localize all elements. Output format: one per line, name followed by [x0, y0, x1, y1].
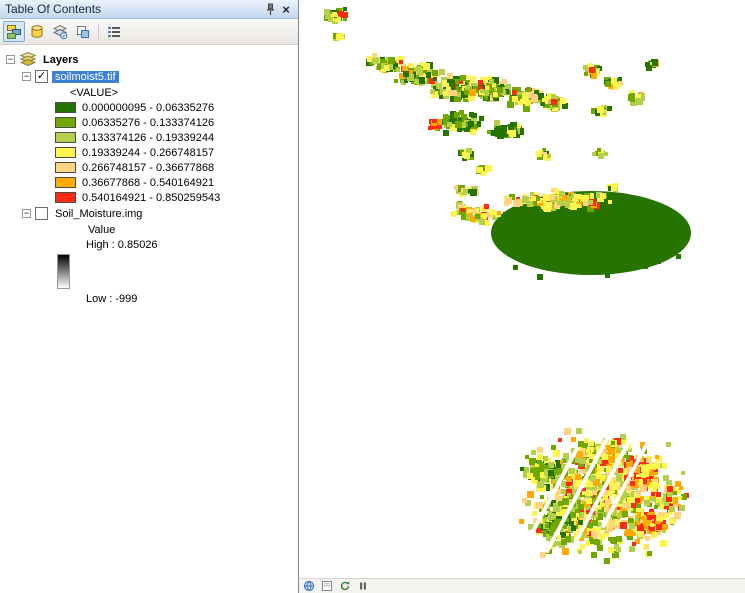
legend-class-label: 0.266748157 - 0.36677868 [82, 162, 214, 174]
layer-visibility-checkbox[interactable] [35, 207, 48, 220]
value-header-label: <VALUE> [70, 87, 118, 99]
list-by-drawing-order-button[interactable] [3, 21, 25, 42]
high-value-label: High : 0.85026 [86, 239, 158, 251]
visibility-layers-icon [52, 24, 68, 40]
color-ramp [57, 254, 70, 289]
stretch-value-label: Value [88, 224, 115, 236]
layer-row-soil-moisture[interactable]: − Soil_Moisture.img [0, 205, 298, 222]
legend-swatch[interactable] [55, 132, 76, 143]
toolbar-separator [98, 23, 99, 40]
legend-swatch[interactable] [55, 102, 76, 113]
pause-icon[interactable] [356, 580, 370, 593]
source-database-icon [29, 24, 45, 40]
layer-visibility-checkbox[interactable]: ✓ [35, 70, 48, 83]
value-header-row: <VALUE> [0, 85, 298, 100]
classified-legend: 0.000000095 - 0.06335276 0.06335276 - 0.1… [0, 100, 298, 205]
legend-swatch[interactable] [55, 117, 76, 128]
panel-title: Table Of Contents [5, 2, 262, 16]
layers-group-icon [19, 52, 37, 67]
layer-name[interactable]: Soil_Moisture.img [52, 208, 145, 220]
legend-class-label: 0.540164921 - 0.850259543 [82, 192, 220, 204]
legend-swatch[interactable] [55, 177, 76, 188]
low-value-label: Low : -999 [86, 293, 137, 305]
legend-class-label: 0.36677868 - 0.540164921 [82, 177, 214, 189]
layers-group-label[interactable]: Layers [40, 54, 81, 66]
legend-row: 0.19339244 - 0.266748157 [0, 145, 298, 160]
legend-row: 0.06335276 - 0.133374126 [0, 115, 298, 130]
collapse-icon[interactable]: − [22, 209, 31, 218]
map-statusbar [299, 578, 745, 593]
low-value-row: Low : -999 [0, 291, 298, 306]
legend-row: 0.266748157 - 0.36677868 [0, 160, 298, 175]
data-view-icon[interactable] [302, 580, 316, 593]
legend-swatch[interactable] [55, 147, 76, 158]
list-by-selection-button[interactable] [72, 21, 94, 42]
table-of-contents-panel: Table Of Contents × [0, 0, 299, 593]
pin-icon[interactable] [262, 1, 278, 17]
layout-view-icon[interactable] [320, 580, 334, 593]
layer-row-soilmoist[interactable]: − ✓ soilmoist5.tif [0, 68, 298, 85]
legend-row: 0.000000095 - 0.06335276 [0, 100, 298, 115]
legend-swatch[interactable] [55, 162, 76, 173]
refresh-icon[interactable] [338, 580, 352, 593]
legend-row: 0.133374126 - 0.19339244 [0, 130, 298, 145]
collapse-icon[interactable]: − [6, 55, 15, 64]
legend-class-label: 0.06335276 - 0.133374126 [82, 117, 214, 129]
layer-name[interactable]: soilmoist5.tif [52, 71, 119, 83]
options-menu-button[interactable] [103, 21, 125, 42]
toc-tree: − Layers − ✓ soilmoist5.tif <VALUE> 0 [0, 45, 298, 593]
drawing-order-icon [6, 24, 22, 40]
arcmap-window: Table Of Contents × [0, 0, 745, 593]
close-icon[interactable]: × [278, 1, 294, 17]
options-list-icon [106, 24, 122, 40]
map-view[interactable] [299, 0, 745, 593]
list-by-source-button[interactable] [26, 21, 48, 42]
stretch-value-row: Value [0, 222, 298, 237]
legend-row: 0.36677868 - 0.540164921 [0, 175, 298, 190]
legend-class-label: 0.133374126 - 0.19339244 [82, 132, 214, 144]
map-canvas[interactable] [299, 0, 745, 578]
high-value-row: High : 0.85026 [0, 237, 298, 252]
selection-squares-icon [75, 24, 91, 40]
legend-class-label: 0.19339244 - 0.266748157 [82, 147, 214, 159]
collapse-icon[interactable]: − [22, 72, 31, 81]
toc-titlebar[interactable]: Table Of Contents × [0, 0, 298, 19]
list-by-visibility-button[interactable] [49, 21, 71, 42]
legend-class-label: 0.000000095 - 0.06335276 [82, 102, 214, 114]
toc-toolbar [0, 19, 298, 45]
layers-group-row[interactable]: − Layers [0, 51, 298, 68]
legend-row: 0.540164921 - 0.850259543 [0, 190, 298, 205]
legend-swatch[interactable] [55, 192, 76, 203]
